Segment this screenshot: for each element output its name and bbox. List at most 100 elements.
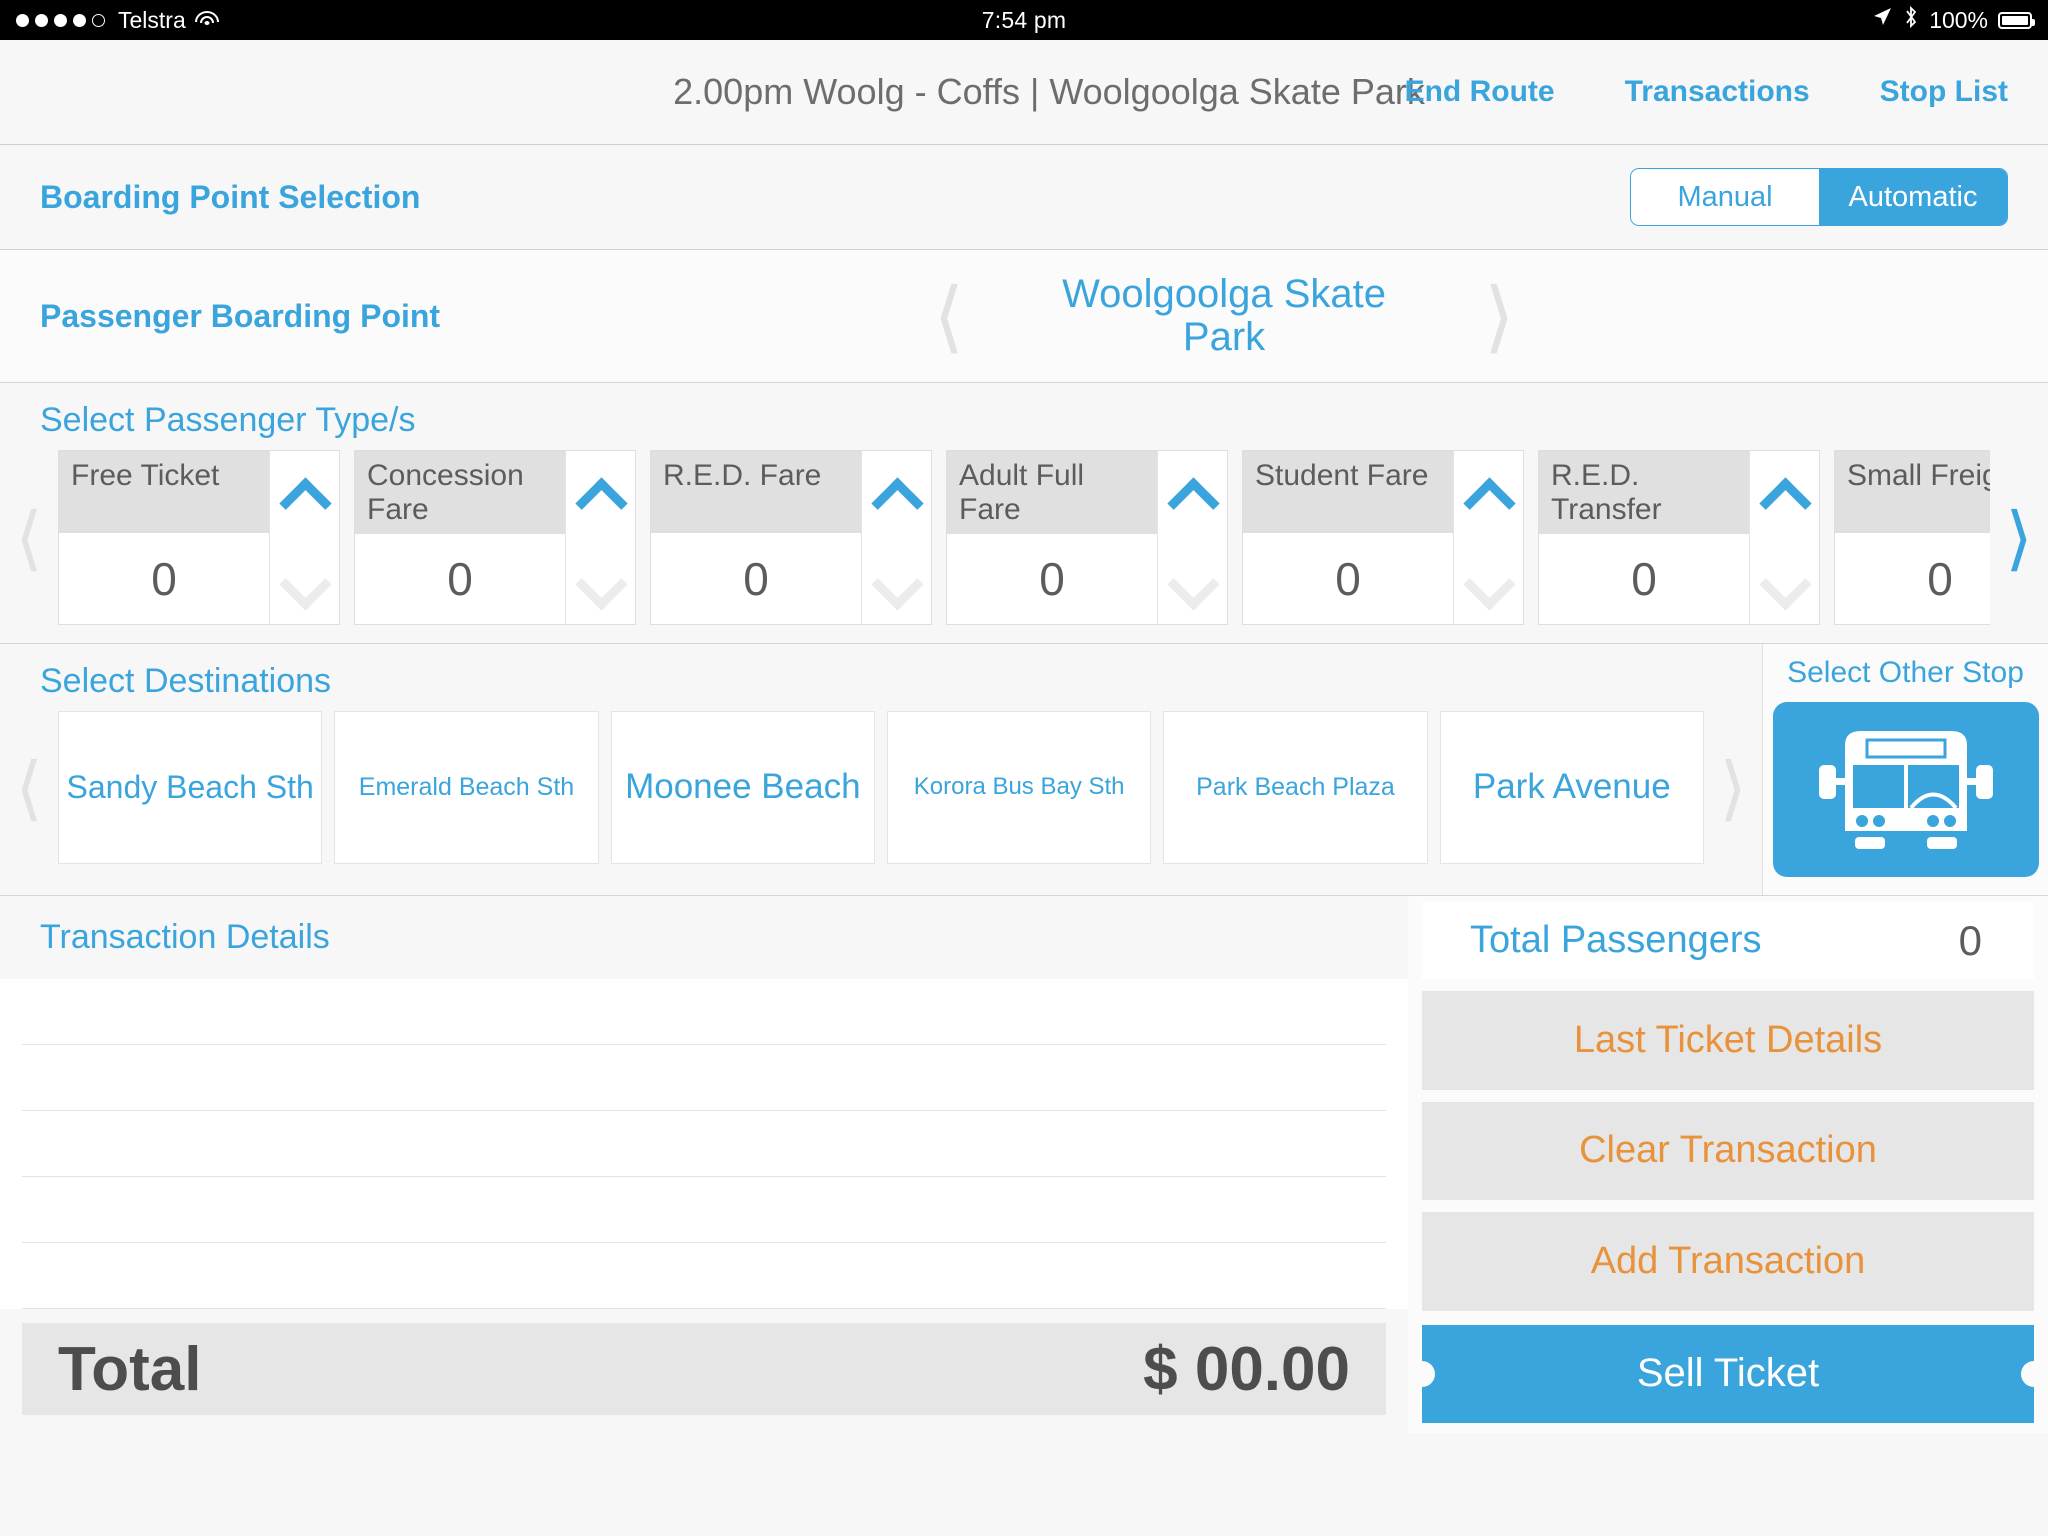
bluetooth-icon bbox=[1903, 5, 1919, 35]
passenger-type-main: Small Freight 0 bbox=[1835, 451, 1990, 624]
chevron-up-icon bbox=[875, 481, 919, 507]
destination-card[interactable]: Korora Bus Bay Sth bbox=[886, 711, 1152, 864]
transaction-details-heading: Transaction Details bbox=[0, 896, 1408, 979]
passenger-types-prev-icon[interactable]: ⟨ bbox=[0, 503, 58, 573]
passenger-types-track: Free Ticket 0 Concession Fare 0 R.E.D. F… bbox=[58, 450, 1990, 625]
passenger-type-value: 0 bbox=[1539, 534, 1749, 624]
total-passengers-row: Total Passengers 0 bbox=[1422, 902, 2034, 979]
passenger-type-value: 0 bbox=[651, 533, 861, 624]
segment-automatic[interactable]: Automatic bbox=[1819, 169, 2007, 225]
passenger-type-card[interactable]: R.E.D. Transfer 0 bbox=[1538, 450, 1820, 625]
passenger-types-section: Select Passenger Type/s ⟨ Free Ticket 0 … bbox=[0, 383, 2048, 644]
last-ticket-details-button[interactable]: Last Ticket Details bbox=[1422, 991, 2034, 1090]
destination-card[interactable]: Park Beach Plaza bbox=[1163, 711, 1428, 864]
destinations-prev-icon[interactable]: ⟨ bbox=[0, 753, 58, 823]
increment-button[interactable] bbox=[1454, 451, 1523, 538]
add-transaction-button[interactable]: Add Transaction bbox=[1422, 1212, 2034, 1311]
chevron-up-icon bbox=[283, 481, 327, 507]
chevron-up-icon bbox=[579, 481, 623, 507]
wifi-icon bbox=[194, 11, 219, 29]
passenger-type-card[interactable]: Small Freight 0 bbox=[1834, 450, 1990, 625]
chevron-up-icon bbox=[1467, 481, 1511, 507]
segment-manual[interactable]: Manual bbox=[1631, 169, 1819, 225]
decrement-button[interactable] bbox=[270, 538, 339, 625]
bottom-area: Transaction Details Total $ 00.00 Total … bbox=[0, 896, 2048, 1433]
increment-button[interactable] bbox=[1158, 451, 1227, 538]
decrement-button[interactable] bbox=[1750, 538, 1819, 625]
app-navigation-bar: 2.00pm Woolg - Coffs | Woolgoolga Skate … bbox=[0, 40, 2048, 145]
passenger-type-main: Free Ticket 0 bbox=[59, 451, 269, 624]
increment-button[interactable] bbox=[566, 451, 635, 538]
passenger-type-stepper bbox=[1749, 451, 1819, 624]
status-bar-clock: 7:54 pm bbox=[981, 6, 1067, 33]
bus-icon bbox=[1818, 730, 1993, 849]
passenger-type-card[interactable]: Concession Fare 0 bbox=[354, 450, 636, 625]
destinations-left: Select Destinations ⟨ Sandy Beach Sth Em… bbox=[0, 644, 1762, 895]
passenger-type-card[interactable]: Adult Full Fare 0 bbox=[946, 450, 1228, 625]
increment-button[interactable] bbox=[270, 451, 339, 538]
passenger-type-label: Adult Full Fare bbox=[947, 451, 1157, 535]
transaction-details-list[interactable] bbox=[0, 979, 1408, 1309]
passenger-type-main: Adult Full Fare 0 bbox=[947, 451, 1157, 624]
passenger-boarding-point-bar: Passenger Boarding Point ⟨ Woolgoolga Sk… bbox=[0, 250, 2048, 383]
passenger-type-card[interactable]: Free Ticket 0 bbox=[58, 450, 340, 625]
transaction-details-panel: Transaction Details Total $ 00.00 bbox=[0, 896, 1408, 1433]
select-other-stop-panel: Select Other Stop bbox=[1762, 644, 2048, 895]
status-bar-left: Telstra bbox=[16, 7, 982, 34]
chevron-down-icon bbox=[1763, 568, 1807, 594]
passenger-type-stepper bbox=[1157, 451, 1227, 624]
battery-percent-label: 100% bbox=[1929, 6, 1989, 33]
destination-card[interactable]: Sandy Beach Sth bbox=[58, 711, 323, 864]
chevron-up-icon bbox=[1763, 481, 1807, 507]
boarding-point-selection-title: Boarding Point Selection bbox=[40, 178, 421, 215]
passenger-type-card[interactable]: Student Fare 0 bbox=[1242, 450, 1524, 625]
transaction-row bbox=[22, 1045, 1386, 1111]
transactions-button[interactable]: Transactions bbox=[1625, 75, 1810, 109]
select-other-stop-button[interactable] bbox=[1772, 702, 2039, 877]
total-bar: Total $ 00.00 bbox=[22, 1323, 1386, 1415]
passenger-type-value: 0 bbox=[355, 534, 565, 624]
passenger-type-label: Concession Fare bbox=[355, 451, 565, 535]
total-passengers-value: 0 bbox=[1958, 916, 1982, 964]
passenger-type-value: 0 bbox=[1835, 533, 1990, 624]
current-boarding-stop: Woolgoolga Skate Park bbox=[1062, 272, 1386, 359]
transaction-row bbox=[22, 1177, 1386, 1243]
destination-card[interactable]: Emerald Beach Sth bbox=[334, 711, 599, 864]
destinations-row: ⟨ Sandy Beach Sth Emerald Beach Sth Moon… bbox=[0, 711, 1762, 864]
chevron-down-icon bbox=[1171, 568, 1215, 594]
chevron-left-icon[interactable]: ⟨ bbox=[934, 277, 964, 355]
passenger-type-stepper bbox=[861, 451, 931, 624]
destinations-next-icon[interactable]: ⟩ bbox=[1704, 753, 1762, 823]
boarding-mode-segmented-control[interactable]: Manual Automatic bbox=[1630, 168, 2008, 226]
decrement-button[interactable] bbox=[1158, 538, 1227, 625]
chevron-down-icon bbox=[875, 568, 919, 594]
decrement-button[interactable] bbox=[862, 538, 931, 625]
decrement-button[interactable] bbox=[1454, 538, 1523, 625]
passenger-type-label: R.E.D. Fare bbox=[651, 451, 861, 533]
destination-card[interactable]: Moonee Beach bbox=[610, 711, 875, 864]
passenger-type-card[interactable]: R.E.D. Fare 0 bbox=[650, 450, 932, 625]
chevron-down-icon bbox=[283, 568, 327, 594]
location-arrow-icon bbox=[1871, 6, 1893, 34]
end-route-button[interactable]: End Route bbox=[1405, 75, 1555, 109]
destinations-section: Select Destinations ⟨ Sandy Beach Sth Em… bbox=[0, 644, 2048, 896]
increment-button[interactable] bbox=[862, 451, 931, 538]
passenger-type-stepper bbox=[1453, 451, 1523, 624]
decrement-button[interactable] bbox=[566, 538, 635, 625]
chevron-down-icon bbox=[579, 568, 623, 594]
passenger-types-next-icon[interactable]: ⟩ bbox=[1990, 503, 2048, 573]
increment-button[interactable] bbox=[1750, 451, 1819, 538]
passenger-type-stepper bbox=[565, 451, 635, 624]
passenger-type-label: Free Ticket bbox=[59, 451, 269, 533]
signal-strength-icon bbox=[16, 13, 105, 27]
stop-list-button[interactable]: Stop List bbox=[1880, 75, 2008, 109]
sell-ticket-button[interactable]: Sell Ticket bbox=[1422, 1324, 2034, 1423]
total-label: Total bbox=[58, 1334, 202, 1404]
carrier-label: Telstra bbox=[118, 6, 186, 33]
clear-transaction-button[interactable]: Clear Transaction bbox=[1422, 1101, 2034, 1200]
passenger-type-main: R.E.D. Transfer 0 bbox=[1539, 451, 1749, 624]
chevron-right-icon[interactable]: ⟩ bbox=[1484, 277, 1514, 355]
passenger-type-label: R.E.D. Transfer bbox=[1539, 451, 1749, 535]
destination-card[interactable]: Park Avenue bbox=[1439, 711, 1704, 864]
passenger-boarding-point-label: Passenger Boarding Point bbox=[40, 297, 441, 334]
